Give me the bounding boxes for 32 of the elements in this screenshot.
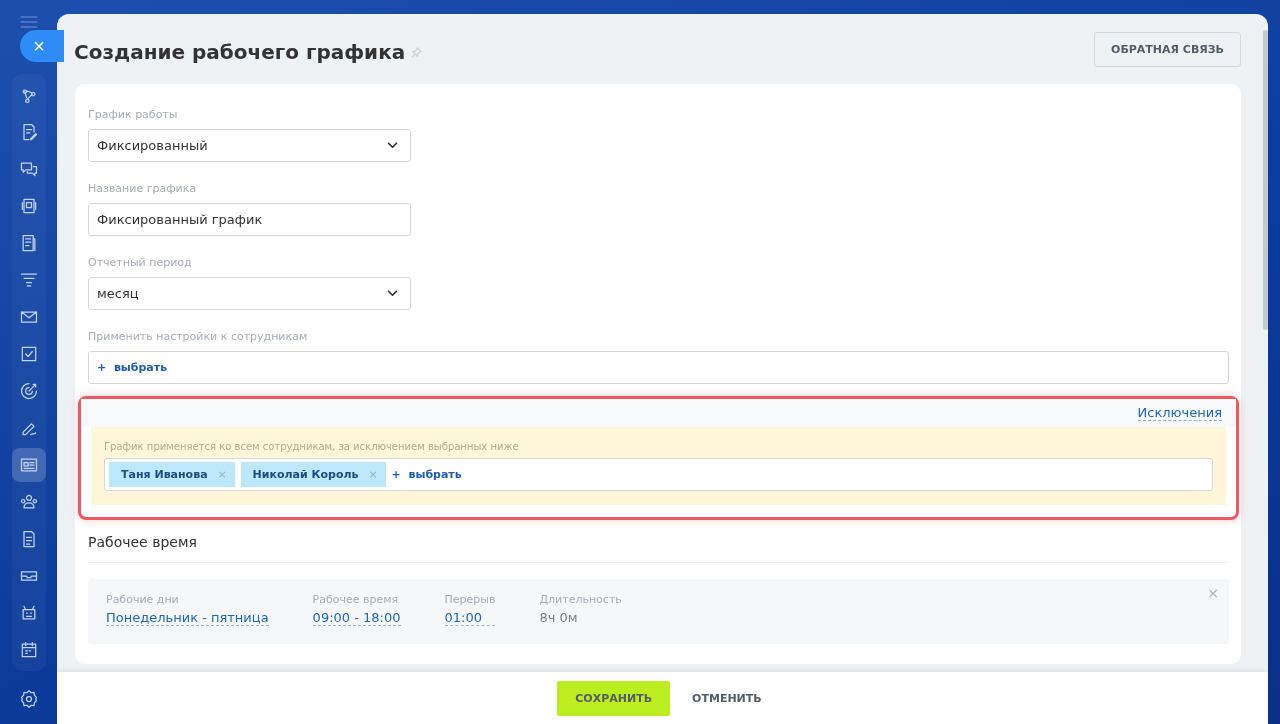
section-title: Рабочее время <box>88 520 1229 563</box>
field-label: Название графика <box>88 182 198 195</box>
employee-tag[interactable]: Николай Король × <box>240 462 386 487</box>
value-link[interactable]: Понедельник - пятница <box>106 610 269 626</box>
feedback-button[interactable]: ОБРАТНАЯ СВЯЗЬ <box>1094 32 1241 67</box>
field-label: Применить настройки к сотрудникам <box>88 330 309 343</box>
scrollbar[interactable] <box>1263 30 1268 330</box>
column-label: Рабочие дни <box>106 593 180 606</box>
value-link[interactable]: 09:00 - 18:00 <box>312 610 401 626</box>
employee-tag[interactable]: Таня Иванова × <box>109 462 235 487</box>
save-button[interactable]: СОХРАНИТЬ <box>557 680 671 716</box>
settings-icon[interactable] <box>18 689 39 709</box>
close-button[interactable]: × <box>20 30 64 62</box>
page-title: Создание рабочего графика <box>74 40 406 64</box>
field-label: График работы <box>88 108 179 121</box>
select-field[interactable]: Фиксированный <box>88 129 411 162</box>
select-link[interactable]: + выбрать <box>391 468 462 481</box>
column-label: Перерыв <box>444 593 496 606</box>
column-label: Длительность <box>539 593 622 606</box>
exclusions-note: График применяется ко всем сотрудникам, за исключением выбранных ниже <box>104 441 520 452</box>
select-field[interactable]: месяц <box>88 277 411 310</box>
input-field[interactable]: Фиксированный график <box>88 203 411 236</box>
exclusions-link[interactable]: Исключения <box>1137 405 1222 421</box>
value-link[interactable]: 01:00 <box>444 610 496 626</box>
chevron-icon <box>387 290 398 297</box>
column-label: Рабочее время <box>312 593 400 606</box>
select-link[interactable]: + выбрать <box>97 361 168 374</box>
duration-value: 8ч 0м <box>539 610 579 625</box>
cancel-button[interactable]: ОТМЕНИТЬ <box>686 690 768 706</box>
target-icon[interactable] <box>18 381 39 401</box>
chevron-icon <box>387 142 398 149</box>
field-label: Отчетный период <box>88 256 193 269</box>
